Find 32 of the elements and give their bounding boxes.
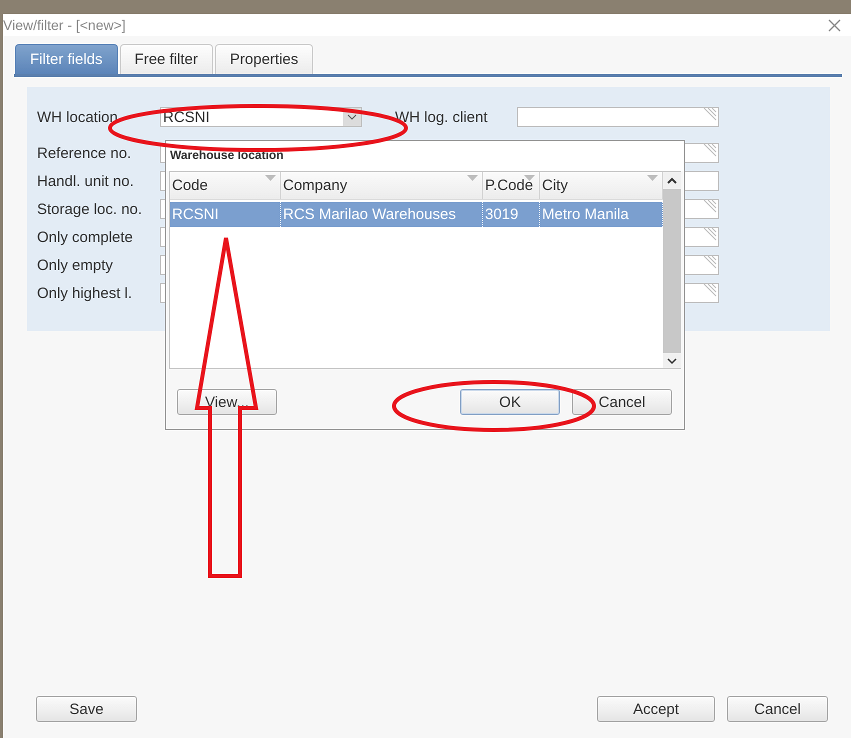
field-label: Only highest l.: [37, 284, 134, 302]
save-button[interactable]: Save: [36, 696, 137, 722]
sort-arrow-icon: [524, 175, 535, 181]
field-label: Only empty: [37, 256, 114, 274]
popup-title: Warehouse location: [166, 141, 684, 171]
tab[interactable]: Properties: [214, 44, 314, 74]
sort-arrow-icon: [265, 175, 276, 181]
column-header[interactable]: P.Code: [483, 172, 540, 199]
cancel-button[interactable]: Cancel: [727, 696, 828, 722]
field-label: Only complete: [37, 228, 134, 246]
close-icon[interactable]: [828, 18, 841, 32]
field-label: Storage loc. no.: [37, 200, 144, 218]
chevron-down-icon[interactable]: [347, 114, 357, 120]
table-cell: RCS Marilao Warehouses: [281, 202, 483, 227]
ok-button[interactable]: OK: [460, 389, 560, 415]
input-field[interactable]: [517, 107, 719, 127]
column-header[interactable]: Code: [170, 172, 281, 199]
table-cell: 3019: [483, 202, 540, 227]
cancel-button[interactable]: Cancel: [572, 389, 672, 415]
field-label: WH location: [37, 108, 119, 126]
scroll-up-icon[interactable]: [666, 176, 678, 186]
scroll-down-icon[interactable]: [666, 356, 678, 366]
column-header[interactable]: Company: [281, 172, 483, 199]
scrollbar[interactable]: [663, 172, 681, 368]
sort-arrow-icon: [467, 175, 478, 181]
window-title: View/filter - [<new>]: [3, 17, 126, 33]
table-cell: RCSNI: [170, 202, 281, 227]
sort-arrow-icon: [647, 175, 658, 181]
field-label: Handl. unit no.: [37, 172, 135, 190]
tab[interactable]: Free filter: [120, 44, 213, 74]
accept-button[interactable]: Accept: [597, 696, 715, 722]
field-label: Reference no.: [37, 144, 132, 162]
